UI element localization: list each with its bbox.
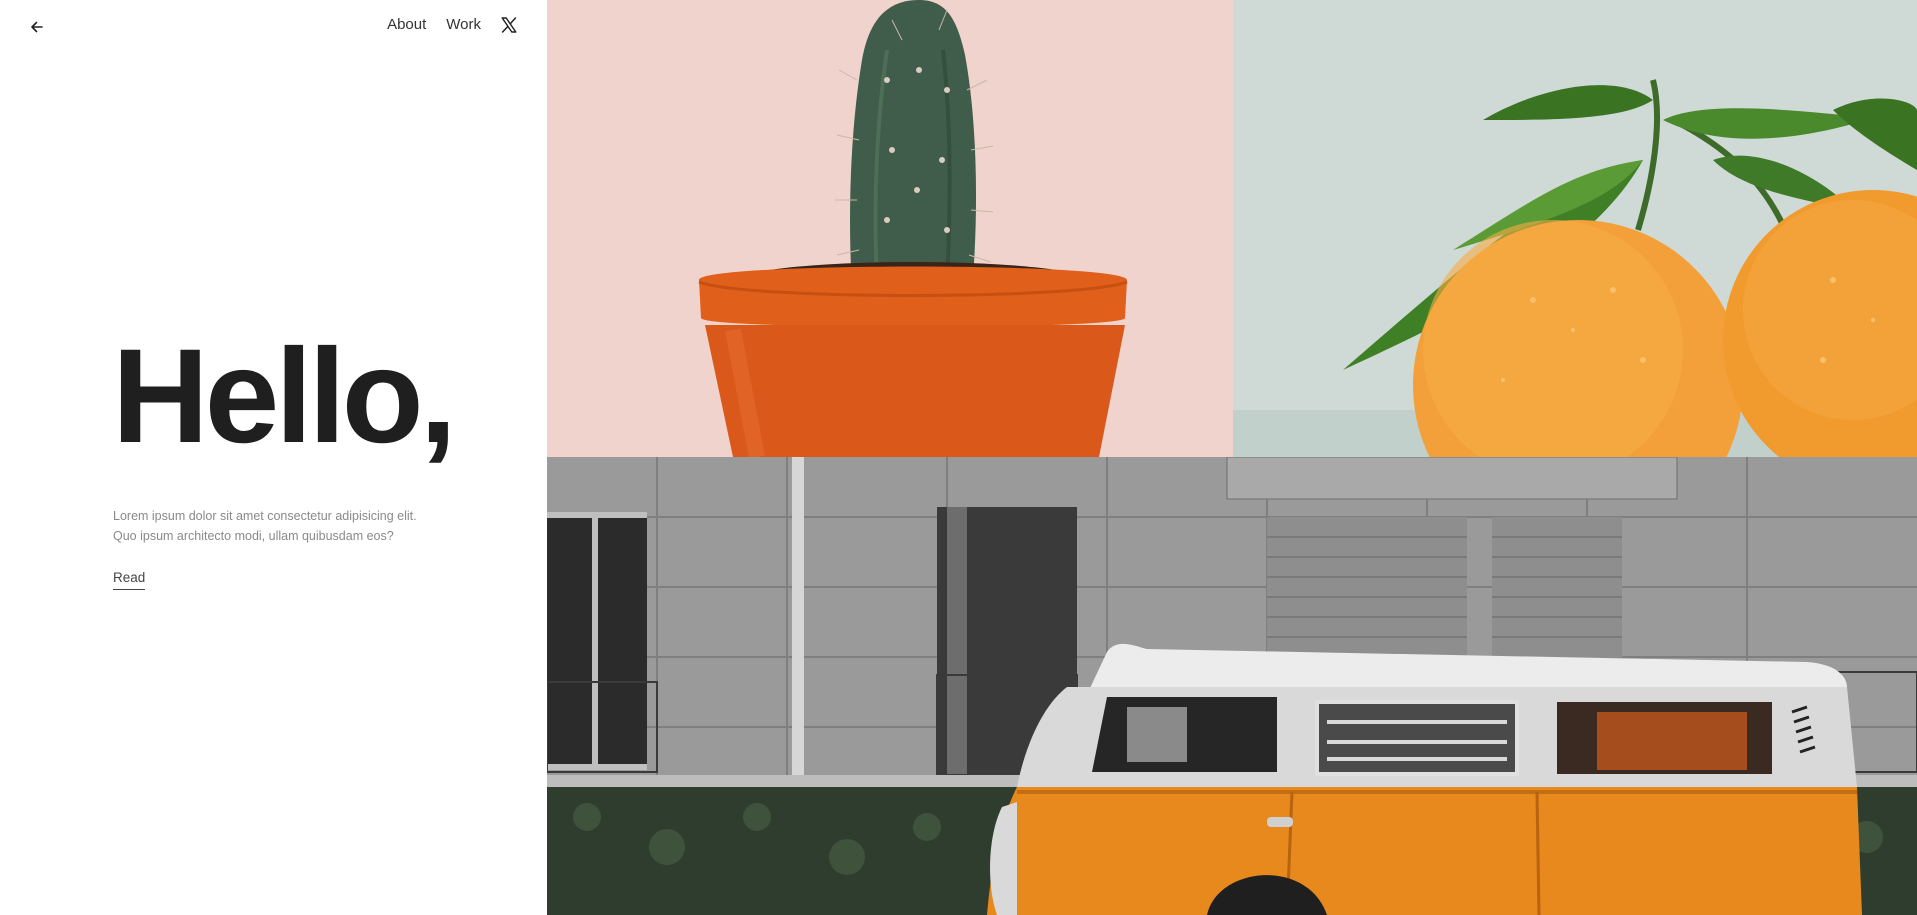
- van-photo: [547, 457, 1917, 915]
- oranges-photo: [1233, 0, 1917, 457]
- nav-link-about[interactable]: About: [387, 16, 426, 33]
- top-navigation: About Work: [0, 0, 547, 54]
- nav-link-work[interactable]: Work: [446, 16, 481, 33]
- nav-links: About Work: [387, 16, 517, 33]
- arrow-left-icon[interactable]: [26, 16, 48, 38]
- cactus-photo: [547, 0, 1233, 457]
- page-title: Hello,: [112, 322, 457, 471]
- read-link[interactable]: Read: [113, 570, 146, 590]
- hero-description: Lorem ipsum dolor sit amet consectetur a…: [113, 509, 417, 543]
- x-twitter-icon[interactable]: [501, 16, 517, 33]
- left-pane: About Work Hello, Lorem ipsum dolor sit …: [0, 0, 547, 915]
